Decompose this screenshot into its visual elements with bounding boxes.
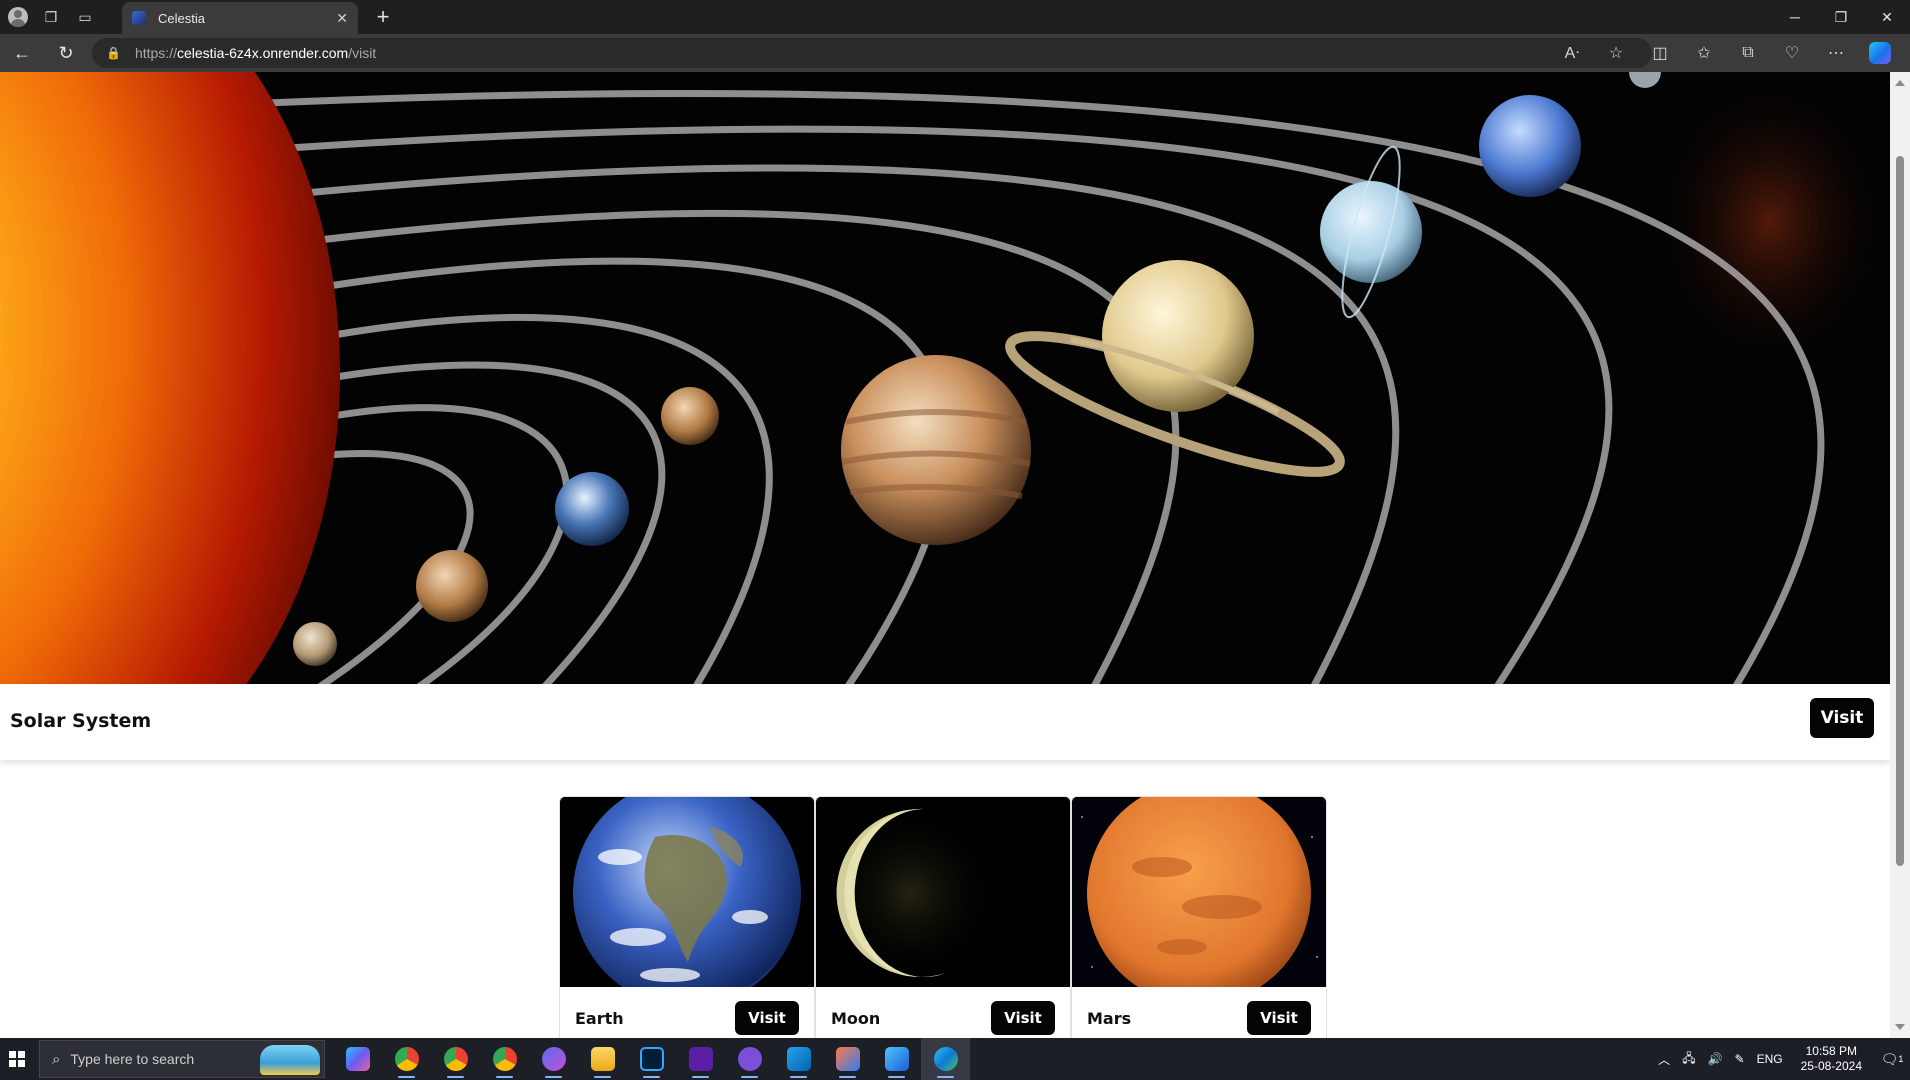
github-desktop-icon[interactable] xyxy=(725,1038,774,1080)
tab-title: Celestia xyxy=(158,10,205,26)
mars-visit-button[interactable]: Visit xyxy=(1247,1001,1311,1035)
solar-system-visit-button[interactable]: Visit xyxy=(1810,698,1874,738)
system-tray: ︿ 🖧 🔊 ✎ ENG 10:58 PM 25-08-2024 🗨 1 xyxy=(1652,1038,1910,1080)
browser-tab-strip: ❐ ▭ Celestia ✕ + ─ ❐ ✕ xyxy=(0,0,1910,34)
planet-name: Moon xyxy=(831,1009,881,1028)
copilot-icon[interactable] xyxy=(1869,42,1891,64)
paint-app-icon[interactable] xyxy=(872,1038,921,1080)
planet-name: Earth xyxy=(575,1009,624,1028)
close-window-icon[interactable]: ✕ xyxy=(1864,0,1910,34)
favicon-icon xyxy=(132,11,146,25)
solar-system-hero-image xyxy=(0,72,1890,684)
planet-card-moon: Moon Visit xyxy=(815,796,1071,1038)
tab-celestia[interactable]: Celestia ✕ xyxy=(122,2,358,34)
search-highlight-image xyxy=(260,1045,320,1075)
avatar-icon xyxy=(8,7,28,27)
collections-icon[interactable]: ⧉ xyxy=(1726,34,1770,72)
url-field[interactable]: 🔒 https://celestia-6z4x.onrender.com/vis… xyxy=(92,38,1652,68)
address-toolbar: ← ↻ 🔒 https://celestia-6z4x.onrender.com… xyxy=(0,34,1910,72)
planet-card-mars: Mars Visit xyxy=(1071,796,1327,1038)
minimize-icon[interactable]: ─ xyxy=(1772,0,1818,34)
chrome-app-icon[interactable] xyxy=(382,1038,431,1080)
tab-actions-icon[interactable]: ▭ xyxy=(68,0,102,34)
refresh-icon[interactable]: ↻ xyxy=(44,34,88,72)
new-tab-button[interactable]: + xyxy=(368,2,398,32)
network-icon[interactable]: 🖧 xyxy=(1676,1049,1701,1070)
page-scrollbar[interactable] xyxy=(1890,72,1910,1038)
volume-icon[interactable]: 🔊 xyxy=(1702,1052,1729,1066)
earth-image xyxy=(560,797,814,987)
messenger-app-icon[interactable] xyxy=(529,1038,578,1080)
planet-card-earth: Earth Visit xyxy=(559,796,815,1038)
url-scheme: https:// xyxy=(134,45,177,61)
earth-visit-button[interactable]: Visit xyxy=(735,1001,799,1035)
clock-date: 25-08-2024 xyxy=(1800,1059,1862,1073)
clock-time: 10:58 PM xyxy=(1805,1044,1857,1058)
more-options-icon[interactable]: ⋯ xyxy=(1814,34,1858,72)
mars-image xyxy=(1072,797,1326,987)
nzxt-app-icon[interactable] xyxy=(676,1038,725,1080)
windows-logo-icon xyxy=(9,1051,25,1067)
split-screen-icon[interactable]: ◫ xyxy=(1638,34,1682,72)
start-button[interactable] xyxy=(0,1038,34,1080)
scroll-down-arrow-icon[interactable] xyxy=(1895,1024,1905,1030)
taskbar-search-box[interactable]: ⌕ Type here to search xyxy=(39,1040,325,1078)
search-icon: ⌕ xyxy=(52,1050,61,1068)
url-path: /visit xyxy=(348,45,377,61)
url-host: celestia-6z4x.onrender.com xyxy=(176,45,349,61)
profile-button[interactable] xyxy=(0,0,34,34)
show-hidden-icons-chevron-icon[interactable]: ︿ xyxy=(1652,1051,1676,1068)
planet-card-grid: Earth Visit Moon Visit Mars Visit xyxy=(559,796,1327,1038)
card-title: Solar System xyxy=(10,710,152,732)
taskbar-apps xyxy=(333,1038,970,1080)
snipping-tool-icon[interactable] xyxy=(823,1038,872,1080)
language-indicator[interactable]: ENG xyxy=(1751,1052,1789,1066)
close-tab-icon[interactable]: ✕ xyxy=(336,10,348,27)
photoshop-app-icon[interactable] xyxy=(627,1038,676,1080)
back-icon[interactable]: ← xyxy=(0,34,44,72)
edge-app-icon[interactable] xyxy=(921,1038,970,1080)
file-explorer-icon[interactable] xyxy=(578,1038,627,1080)
restore-icon[interactable]: ❐ xyxy=(1818,0,1864,34)
scroll-thumb[interactable] xyxy=(1896,156,1904,866)
workspaces-icon[interactable]: ❐ xyxy=(34,0,68,34)
favorite-star-icon[interactable]: ☆ xyxy=(1594,34,1638,72)
moon-visit-button[interactable]: Visit xyxy=(991,1001,1055,1035)
search-placeholder: Type here to search xyxy=(70,1051,195,1067)
page-viewport: Solar System Visit Earth Visit Moon Visi… xyxy=(0,72,1890,1038)
copilot-app-icon[interactable] xyxy=(333,1038,382,1080)
chrome-profile-2-icon[interactable] xyxy=(431,1038,480,1080)
chrome-profile-3-icon[interactable] xyxy=(480,1038,529,1080)
read-aloud-icon[interactable]: Aᐧ xyxy=(1550,34,1594,72)
windows-taskbar: ⌕ Type here to search ︿ 🖧 🔊 ✎ ENG 10:58 … xyxy=(0,1038,1910,1080)
vscode-app-icon[interactable] xyxy=(774,1038,823,1080)
lock-icon: 🔒 xyxy=(106,46,121,60)
solar-system-illustration xyxy=(0,72,1890,684)
solar-system-card: Solar System Visit xyxy=(0,684,1890,760)
toolbar-actions: Aᐧ ☆ ◫ ✩ ⧉ ♡ ⋯ xyxy=(1550,34,1902,72)
favorites-icon[interactable]: ✩ xyxy=(1682,34,1726,72)
window-controls: ─ ❐ ✕ xyxy=(1772,0,1910,34)
notification-center-icon[interactable]: 🗨 1 xyxy=(1874,1038,1910,1080)
moon-image xyxy=(816,797,1070,987)
browser-essentials-icon[interactable]: ♡ xyxy=(1770,34,1814,72)
scroll-up-arrow-icon[interactable] xyxy=(1895,80,1905,86)
notification-count: 1 xyxy=(1898,1054,1904,1064)
planet-name: Mars xyxy=(1087,1009,1132,1028)
clock[interactable]: 10:58 PM 25-08-2024 xyxy=(1789,1044,1874,1074)
pen-icon[interactable]: ✎ xyxy=(1729,1052,1751,1066)
